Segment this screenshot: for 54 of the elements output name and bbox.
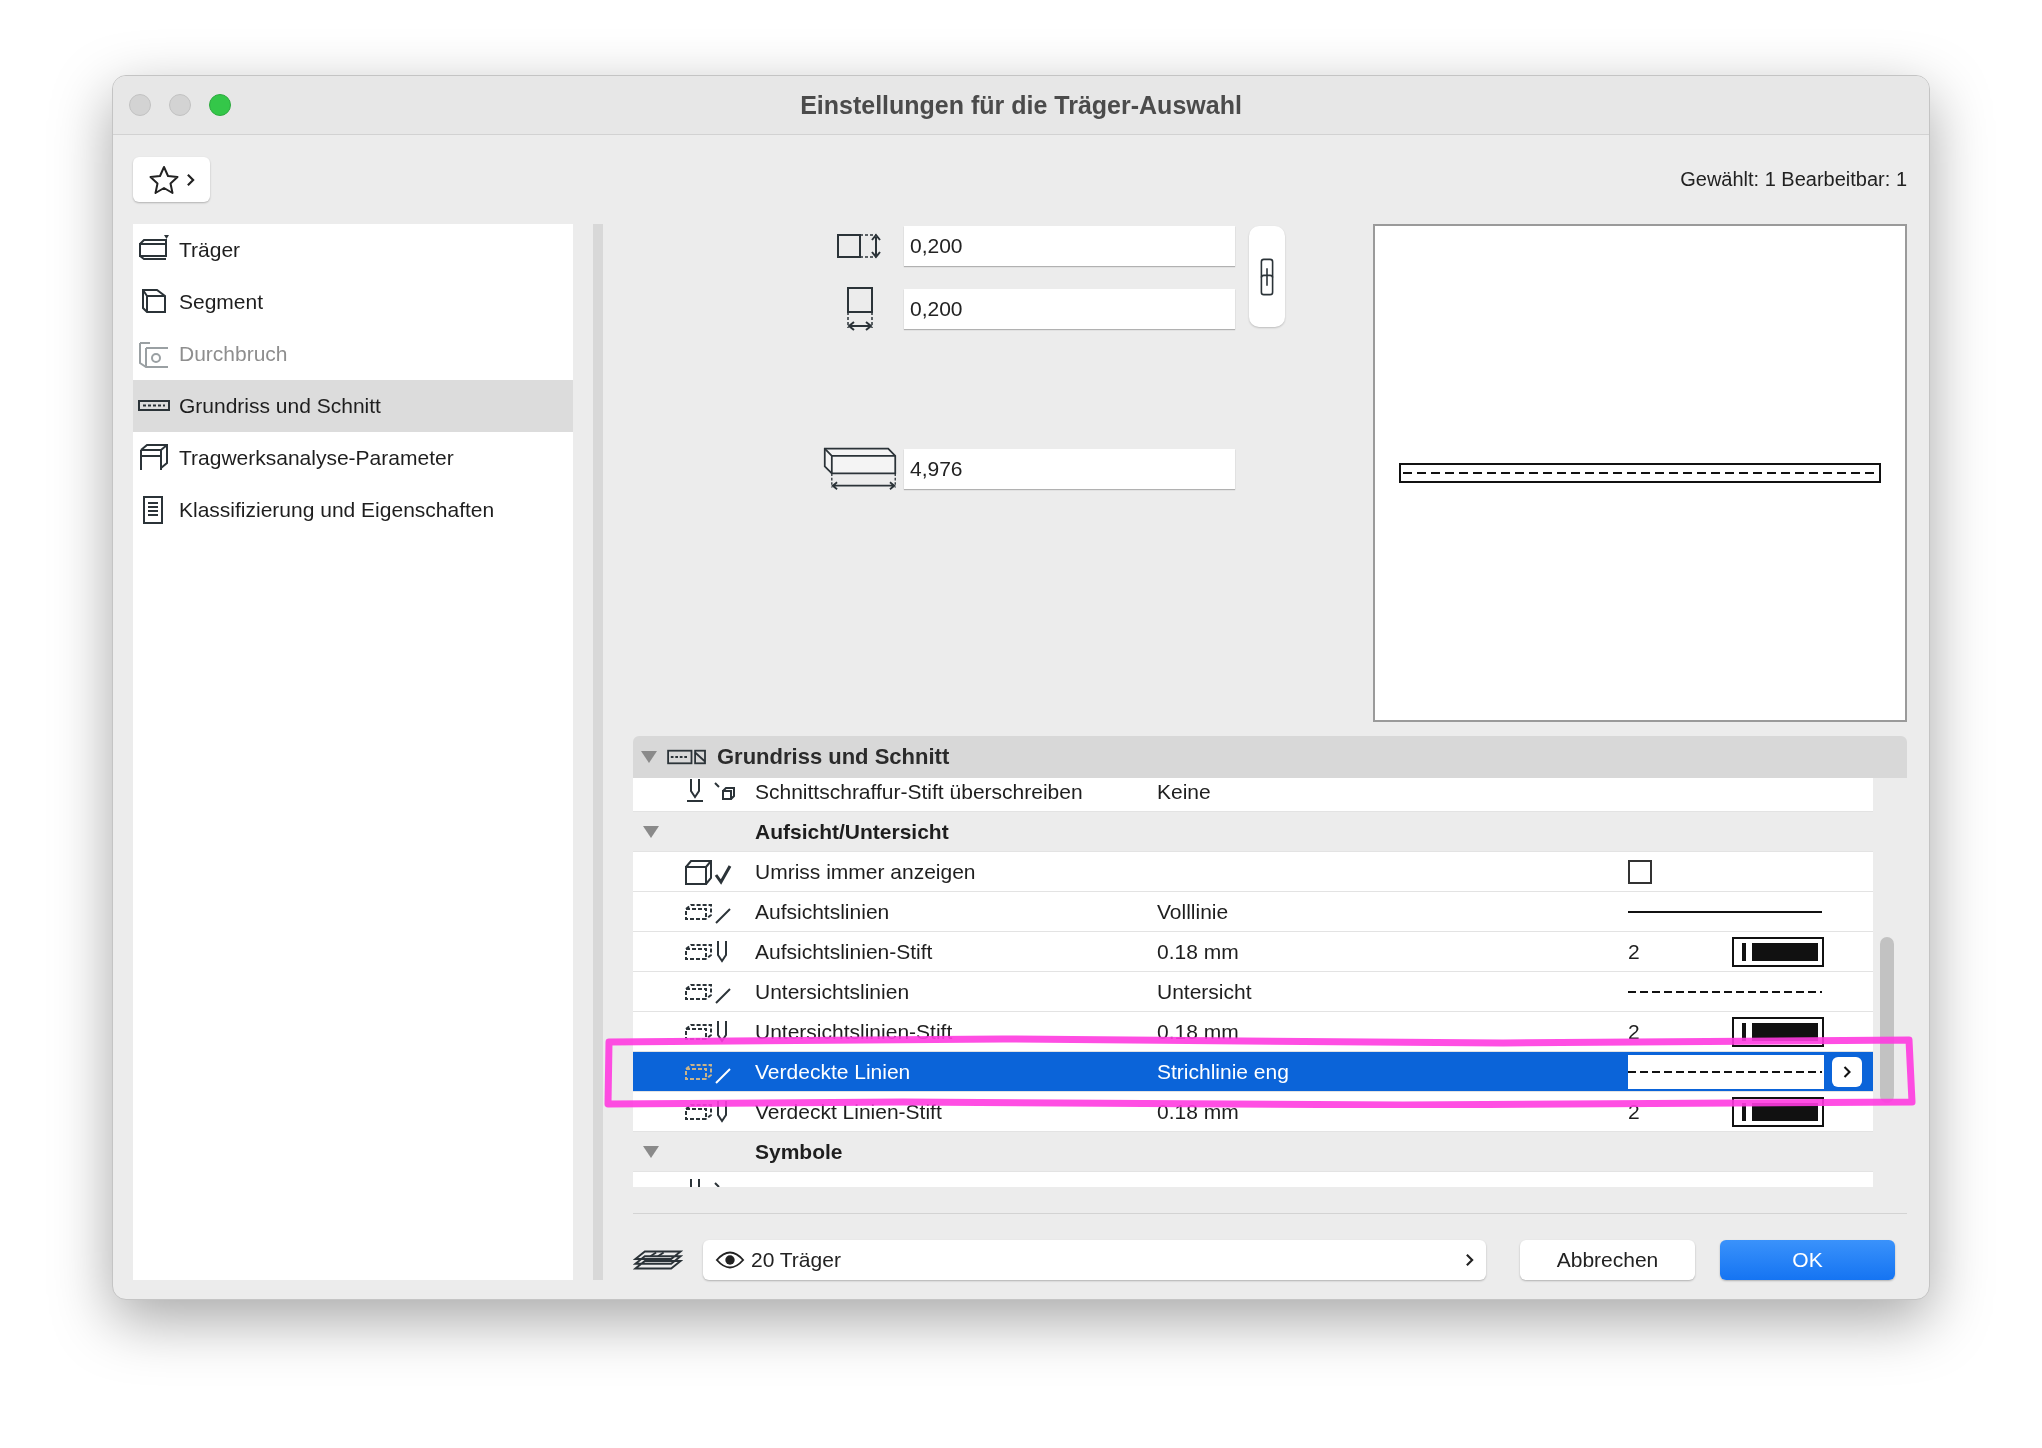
property-label: Untersichtslinien: [755, 979, 911, 1004]
sidebar-item[interactable]: Grundriss und Schnitt: [133, 380, 573, 432]
plan-section-icon: [667, 748, 707, 766]
chevron-icon: [1842, 1064, 1852, 1079]
property-row[interactable]: Aufsichtslinien-Stift 0.18 mm 2: [633, 932, 1873, 972]
property-value: Untersicht: [1157, 979, 1253, 1004]
property-label: Verdeckte Linien: [755, 1059, 912, 1084]
disclosure-triangle-icon: [641, 751, 657, 763]
property-row[interactable]: Untersichtslinien Untersicht: [633, 972, 1873, 1012]
link-button[interactable]: [1249, 226, 1285, 327]
group-label: Aufsicht/Untersicht: [755, 819, 950, 844]
group-label: Symbole: [755, 1139, 844, 1164]
property-label: Aufsichtslinien: [755, 899, 891, 924]
width-icon: [845, 286, 875, 332]
property-label: Aufsichtslinien-Stift: [755, 939, 934, 964]
property-value: 0.18 mm: [1157, 939, 1240, 964]
window-title: Einstellungen für die Träger-Auswahl: [799, 90, 1243, 120]
star-icon: [148, 163, 180, 196]
disclosure-triangle-icon[interactable]: [643, 1145, 659, 1158]
property-value: Keine: [1157, 779, 1212, 804]
eye-icon: [715, 1250, 745, 1270]
zoom-button[interactable]: [209, 94, 231, 116]
pen-number: 2: [1628, 939, 1641, 964]
selection-info: Gewählt: 1 Bearbeitbar: 1: [1680, 168, 1907, 191]
dimension-field[interactable]: 0,200: [904, 289, 1235, 329]
dimension-field[interactable]: 0,200: [904, 226, 1235, 266]
property-value: Volllinie: [1157, 899, 1230, 924]
property-row[interactable]: Verdeckte Linien Strichlinie eng: [633, 1052, 1873, 1092]
property-value: Strichlinie eng: [1157, 1059, 1290, 1084]
dimension-field[interactable]: 4,976: [904, 449, 1235, 489]
ok-button[interactable]: OK: [1720, 1240, 1895, 1280]
sidebar-item[interactable]: Segment: [133, 276, 573, 328]
sidebar-item[interactable]: Träger: [133, 224, 573, 276]
favorites-button[interactable]: [133, 157, 210, 202]
property-row[interactable]: Aufsichtslinien Volllinie: [633, 892, 1873, 932]
visibility-selector[interactable]: 20 Träger: [703, 1240, 1486, 1280]
chevron-icon: [186, 172, 195, 187]
property-label: Verdeckt Linien-Stift: [755, 1099, 943, 1124]
property-value: 0.18 mm: [1157, 1019, 1240, 1044]
sidebar-item[interactable]: Tragwerksanalyse-Parameter: [133, 432, 573, 484]
chevron-icon: [1465, 1253, 1474, 1267]
pen-number: 2: [1628, 1019, 1641, 1044]
property-label: Untersichtslinien-Stift: [755, 1019, 954, 1044]
chevron-button[interactable]: [1832, 1056, 1862, 1087]
disclosure-triangle-icon[interactable]: [643, 825, 659, 838]
property-label: Schnittschraffur-Stift überschreiben: [755, 779, 1084, 804]
section-header[interactable]: Grundriss und Schnitt: [633, 736, 1907, 778]
height-icon: [836, 231, 884, 261]
pen-swatch[interactable]: [1732, 936, 1824, 967]
property-row[interactable]: Umriss immer anzeigen: [633, 852, 1873, 892]
checkbox[interactable]: [1628, 859, 1652, 884]
sidebar-item[interactable]: Klassifizierung und Eigenschaften: [133, 484, 573, 536]
cancel-button[interactable]: Abbrechen: [1520, 1240, 1695, 1280]
property-label: Umriss immer anzeigen: [755, 859, 977, 884]
